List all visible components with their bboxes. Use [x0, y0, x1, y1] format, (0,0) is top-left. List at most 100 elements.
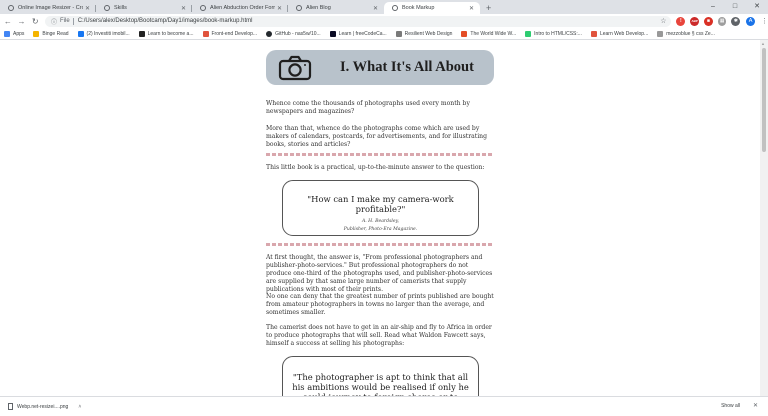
close-icon[interactable]: ✕	[753, 402, 758, 409]
bookmark-front-end[interactable]: Front-end Develop...	[202, 30, 258, 37]
url-scheme-label: File	[60, 18, 70, 24]
bookmark-favicon	[657, 30, 664, 37]
forward-icon[interactable]: →	[16, 17, 28, 26]
bookmark-label: Learn Web Develop...	[599, 30, 649, 37]
tab-alien-blog[interactable]: Alien Blog ✕	[288, 2, 384, 14]
browser-toolbar: ← → ↻ ⓘ File C:/Users/alex/Desktop/Bootc…	[0, 14, 768, 28]
bookmark-www[interactable]: The World Wide W...	[461, 30, 517, 37]
tab-label: Alien Abduction Order Form	[210, 5, 275, 11]
quote-text: "The photographer is apt to think that a…	[292, 372, 469, 396]
download-filename: Webp.net-resizei....png	[17, 403, 69, 410]
bookmark-label: The World Wide W...	[470, 30, 517, 37]
minimize-button[interactable]: –	[702, 0, 724, 14]
globe-icon	[296, 5, 302, 11]
paragraph: This little book is a practical, up-to-t…	[266, 164, 485, 171]
maximize-button[interactable]: □	[724, 0, 746, 14]
new-tab-button[interactable]: +	[486, 2, 491, 14]
back-icon[interactable]: ←	[2, 17, 14, 26]
adblock-ext-icon[interactable]: ABP	[690, 16, 699, 26]
menu-kebab-icon[interactable]: ⋮	[761, 17, 768, 25]
download-item[interactable]: Webp.net-resizei....png ˄	[8, 403, 81, 410]
bookmark-star-icon[interactable]: ☆	[660, 17, 666, 25]
globe-icon	[104, 5, 110, 11]
file-icon	[8, 403, 13, 410]
profile-avatar[interactable]: A	[746, 16, 755, 26]
window-controls: – □ ✕	[702, 0, 768, 14]
bookmark-investiti[interactable]: (2) Investiti imobil...	[77, 30, 130, 37]
url-text[interactable]: C:/Users/alex/Desktop/Bootcamp/Day1/imag…	[78, 18, 253, 24]
puzzle-ext-icon[interactable]: ✱	[731, 16, 741, 26]
paragraph: More than that, whence do the photograph…	[266, 125, 487, 148]
page-viewport: I. What It's All About Whence come the t…	[0, 40, 760, 396]
bookmark-favicon	[202, 30, 209, 37]
close-window-button[interactable]: ✕	[746, 0, 768, 14]
chevron-up-icon[interactable]: ˄	[78, 404, 81, 410]
download-bar: Webp.net-resizei....png ˄ Show all ✕	[0, 396, 768, 416]
apps-grid-icon	[4, 30, 10, 37]
shield-ext-icon[interactable]: !	[676, 16, 686, 26]
bookmarks-bar: Apps Binge Read (2) Investiti imobil... …	[0, 28, 768, 40]
bookmark-intro-html[interactable]: Intro to HTML/CSS:...	[525, 30, 582, 37]
bookmark-apps[interactable]: Apps	[4, 30, 25, 37]
close-tab-icon[interactable]: ✕	[373, 5, 378, 12]
close-tab-icon[interactable]: ✕	[469, 5, 474, 12]
page-scrollbar[interactable]: ▲	[760, 40, 768, 396]
tab-label: Book Markup	[402, 5, 435, 11]
bookmark-favicon	[525, 30, 532, 37]
close-tab-icon[interactable]: ✕	[181, 5, 186, 12]
url-divider	[72, 17, 74, 25]
bookmark-favicon	[33, 30, 40, 37]
tab-strip: Online Image Resizer - Crop, Re... ✕ Ski…	[0, 0, 768, 14]
show-all-button[interactable]: Show all	[721, 403, 740, 409]
pull-quote: "The photographer is apt to think that a…	[282, 356, 479, 396]
bookmark-label: Learn | freeCodeCa...	[338, 30, 387, 37]
stop-ext-icon[interactable]: ■	[703, 16, 713, 26]
bookmark-label: Apps	[13, 30, 25, 37]
quote-text: "How can I make my camera-work profitabl…	[307, 194, 454, 214]
bookmark-resilient[interactable]: Resilient Web Design	[395, 30, 453, 37]
reload-icon[interactable]: ↻	[29, 17, 41, 26]
bookmark-mezzoblue[interactable]: mezzoblue § css Ze...	[657, 30, 715, 37]
bookmark-favicon	[77, 30, 84, 37]
bookmark-label: Learn to become a...	[147, 30, 194, 37]
camera-icon	[278, 55, 312, 81]
close-tab-icon[interactable]: ✕	[277, 5, 282, 12]
tab-skills[interactable]: Skills ✕	[96, 2, 192, 14]
grid-ext-icon[interactable]: ▦	[717, 16, 727, 26]
paragraph: At first thought, the answer is, "From p…	[266, 254, 493, 293]
bookmark-binge-read[interactable]: Binge Read	[33, 30, 69, 37]
bookmark-favicon	[461, 30, 468, 37]
globe-icon	[392, 5, 398, 11]
bookmark-favicon	[138, 30, 145, 37]
bookmark-favicon	[590, 30, 597, 37]
tab-image-resizer[interactable]: Online Image Resizer - Crop, Re... ✕	[0, 2, 96, 14]
bookmark-label: Resilient Web Design	[404, 30, 453, 37]
tab-book-markup[interactable]: Book Markup ✕	[384, 2, 480, 14]
bookmark-label: mezzoblue § css Ze...	[666, 30, 715, 37]
scrollbar-thumb[interactable]	[762, 48, 766, 152]
bookmark-label: (2) Investiti imobil...	[86, 30, 130, 37]
paragraph: The camerist does not have to get in an …	[266, 324, 492, 347]
quote-author-role: Publisher, Photo-Era Magazine.	[343, 227, 418, 232]
globe-icon	[200, 5, 206, 11]
info-icon[interactable]: ⓘ	[51, 17, 57, 26]
bookmark-learn-web-dev[interactable]: Learn Web Develop...	[590, 30, 649, 37]
scroll-up-arrow-icon[interactable]: ▲	[761, 41, 765, 46]
tab-label: Alien Blog	[306, 5, 331, 11]
address-bar[interactable]: ⓘ File C:/Users/alex/Desktop/Bootcamp/Da…	[45, 15, 672, 27]
bookmark-learn-to-become[interactable]: Learn to become a...	[138, 30, 194, 37]
tab-alien-abduction[interactable]: Alien Abduction Order Form ✕	[192, 2, 288, 14]
bookmark-label: Intro to HTML/CSS:...	[534, 30, 582, 37]
bookmark-label: Front-end Develop...	[211, 30, 258, 37]
bookmark-label: GitHub - nas5w/10...	[275, 30, 321, 37]
bookmark-label: Binge Read	[42, 30, 69, 37]
page-title: I. What It's All About	[340, 59, 474, 75]
quote-author: A. H. Beardsley,	[361, 219, 400, 224]
chapter-heading-banner: I. What It's All About	[266, 50, 494, 85]
globe-icon	[8, 5, 14, 11]
tab-label: Online Image Resizer - Crop, Re...	[18, 5, 83, 11]
close-tab-icon[interactable]: ✕	[85, 5, 90, 12]
bookmark-github[interactable]: GitHub - nas5w/10...	[266, 30, 321, 37]
dashed-divider	[266, 243, 494, 246]
bookmark-freecodecamp[interactable]: Learn | freeCodeCa...	[329, 30, 387, 37]
